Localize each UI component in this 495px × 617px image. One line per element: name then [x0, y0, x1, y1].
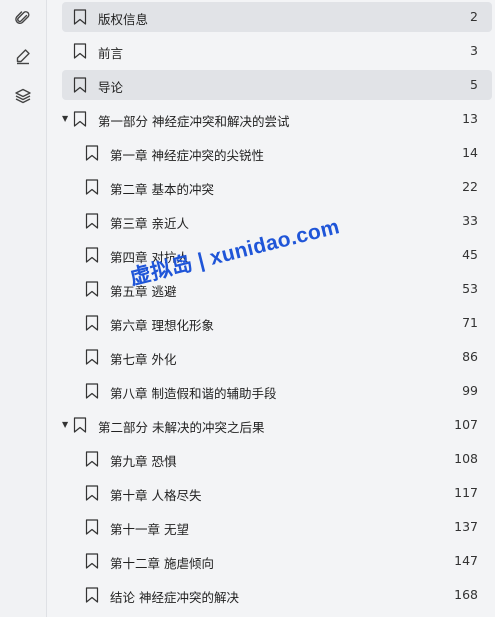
expand-caret-icon[interactable]: ▼	[62, 420, 68, 429]
toc-item-label: 第二部分 未解决的冲突之后果	[98, 420, 265, 435]
toc-item[interactable]: 前言 3	[62, 36, 492, 66]
paperclip-icon[interactable]	[11, 6, 35, 30]
toc-item-page: 86	[462, 349, 478, 364]
toc-item[interactable]: 第七章 外化 86	[62, 342, 492, 372]
toc-item-page: 147	[454, 553, 478, 568]
toc-item-page: 13	[462, 111, 478, 126]
toc-item-label: 第一部分 神经症冲突和解决的尝试	[98, 114, 290, 129]
toc-item[interactable]: 导论 5	[62, 70, 492, 100]
toc-item[interactable]: 第八章 制造假和谐的辅助手段 99	[62, 376, 492, 406]
toc-item-page: 107	[454, 417, 478, 432]
toc-item[interactable]: 结论 神经症冲突的解决 168	[62, 580, 492, 610]
toc-item-label: 第二章 基本的冲突	[110, 182, 214, 197]
bookmark-icon	[85, 383, 99, 403]
bookmark-icon	[85, 145, 99, 165]
bookmark-icon	[73, 43, 87, 63]
toc-item-label: 前言	[98, 46, 124, 61]
toc-item-label: 第十章 人格尽失	[110, 488, 202, 503]
layers-icon[interactable]	[11, 84, 35, 108]
bookmark-icon	[73, 9, 87, 29]
toc-item-page: 3	[470, 43, 478, 58]
bookmark-icon	[85, 519, 99, 539]
toc-item[interactable]: 第四章 对抗人 45	[62, 240, 492, 270]
toc-item-label: 版权信息	[98, 12, 149, 27]
toc-item-page: 108	[454, 451, 478, 466]
bookmark-icon	[85, 315, 99, 335]
toc-item[interactable]: ▼ 第一部分 神经症冲突和解决的尝试 13	[62, 104, 492, 134]
bookmark-icon	[85, 349, 99, 369]
toc-item-label: 第八章 制造假和谐的辅助手段	[110, 386, 277, 401]
bookmark-icon	[85, 451, 99, 471]
bookmark-icon	[73, 417, 87, 437]
toc-item-label: 第四章 对抗人	[110, 250, 189, 265]
bookmark-icon	[85, 553, 99, 573]
toc-item-label: 第三章 亲近人	[110, 216, 189, 231]
toc-item-label: 第九章 恐惧	[110, 454, 177, 469]
expand-caret-icon[interactable]: ▼	[62, 114, 68, 123]
toc-item[interactable]: 第九章 恐惧 108	[62, 444, 492, 474]
toc-item[interactable]: 第二章 基本的冲突 22	[62, 172, 492, 202]
toc-item[interactable]: 第一章 神经症冲突的尖锐性 14	[62, 138, 492, 168]
bookmark-icon	[85, 587, 99, 607]
toc-item-page: 2	[470, 9, 478, 24]
toc-item-page: 14	[462, 145, 478, 160]
toc-item-page: 137	[454, 519, 478, 534]
toc-item[interactable]: 第十二章 施虐倾向 147	[62, 546, 492, 576]
toc-item-label: 结论 神经症冲突的解决	[110, 590, 239, 605]
toc-item-label: 第六章 理想化形象	[110, 318, 214, 333]
bookmark-icon	[73, 111, 87, 131]
toc-item-page: 168	[454, 587, 478, 602]
toc-item-label: 第十二章 施虐倾向	[110, 556, 214, 571]
toc-item[interactable]: ▼ 第二部分 未解决的冲突之后果 107	[62, 410, 492, 440]
bookmark-icon	[85, 247, 99, 267]
pen-icon[interactable]	[11, 44, 35, 68]
toc-item[interactable]: 第三章 亲近人 33	[62, 206, 492, 236]
bookmark-icon	[73, 77, 87, 97]
table-of-contents: 版权信息 2 前言 3 导论 5 ▼ 第一部分 神经症冲突和解决的尝试 13 第一章 神经症冲突的…	[56, 0, 495, 617]
toc-item-label: 第一章 神经症冲突的尖锐性	[110, 148, 264, 163]
toc-item-label: 导论	[98, 80, 124, 95]
toc-item-page: 53	[462, 281, 478, 296]
bookmark-icon	[85, 485, 99, 505]
toc-item-page: 33	[462, 213, 478, 228]
toc-item[interactable]: 第十一章 无望 137	[62, 512, 492, 542]
toc-item-label: 第五章 逃避	[110, 284, 177, 299]
bookmark-icon	[85, 179, 99, 199]
bookmark-icon	[85, 281, 99, 301]
toc-item-page: 5	[470, 77, 478, 92]
toc-item[interactable]: 版权信息 2	[62, 2, 492, 32]
toc-item-page: 99	[462, 383, 478, 398]
toc-item[interactable]: 第六章 理想化形象 71	[62, 308, 492, 338]
toc-item[interactable]: 第五章 逃避 53	[62, 274, 492, 304]
toc-item-page: 45	[462, 247, 478, 262]
toc-item-page: 22	[462, 179, 478, 194]
toc-item-label: 第十一章 无望	[110, 522, 189, 537]
bookmark-icon	[85, 213, 99, 233]
left-toolbar	[0, 0, 47, 617]
toc-item[interactable]: 第十章 人格尽失 117	[62, 478, 492, 508]
toc-item-page: 71	[462, 315, 478, 330]
toc-item-page: 117	[454, 485, 478, 500]
toc-item-label: 第七章 外化	[110, 352, 177, 367]
